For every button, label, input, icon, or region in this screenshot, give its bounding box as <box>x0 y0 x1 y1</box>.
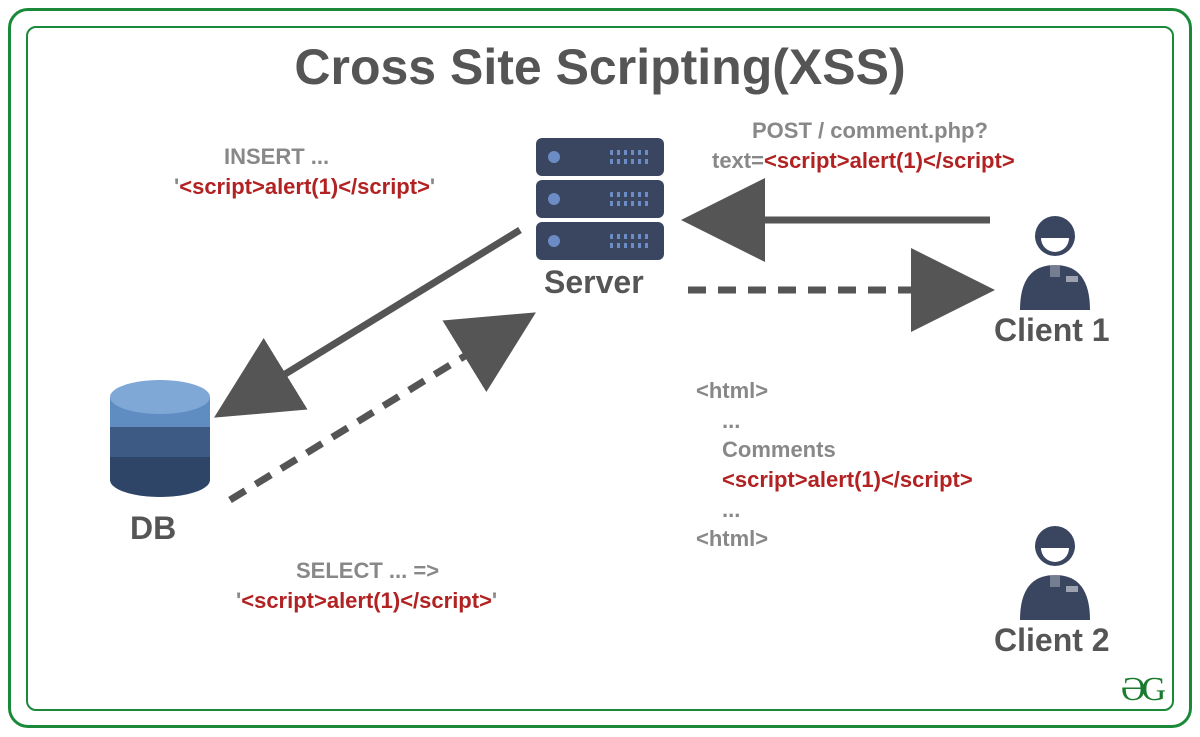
select-payload: <script>alert(1)</script> <box>241 588 492 613</box>
select-label: SELECT ... => '<script>alert(1)</script>… <box>296 556 656 615</box>
post-prefix: text= <box>712 148 764 173</box>
server-label: Server <box>544 264 644 301</box>
post-label: POST / comment.php? text=<script>alert(1… <box>752 116 1172 175</box>
select-quote-close: ' <box>492 588 497 613</box>
client2-label: Client 2 <box>994 622 1110 659</box>
insert-quote-close: ' <box>430 174 435 199</box>
insert-payload: <script>alert(1)</script> <box>179 174 430 199</box>
insert-label: INSERT ... '<script>alert(1)</script>' <box>174 142 514 201</box>
logo: ƏG <box>1121 671 1162 709</box>
select-line1: SELECT ... => <box>296 558 439 583</box>
client1-icon <box>1010 210 1100 310</box>
diagram-title: Cross Site Scripting(XSS) <box>0 38 1200 96</box>
html-dots2: ... <box>722 497 740 522</box>
post-line1: POST / comment.php? <box>752 118 988 143</box>
html-comments: Comments <box>722 437 836 462</box>
html-response-label: <html> ... Comments <script>alert(1)</sc… <box>696 376 1116 554</box>
server-icon <box>536 138 666 264</box>
html-payload: <script>alert(1)</script> <box>722 467 973 492</box>
insert-text: INSERT ... <box>224 144 329 169</box>
post-payload: <script>alert(1)</script> <box>764 148 1015 173</box>
db-icon <box>110 380 210 500</box>
client1-label: Client 1 <box>994 312 1110 349</box>
db-label: DB <box>130 510 176 547</box>
html-open: <html> <box>696 378 768 403</box>
html-dots1: ... <box>722 408 740 433</box>
html-close: <html> <box>696 526 768 551</box>
